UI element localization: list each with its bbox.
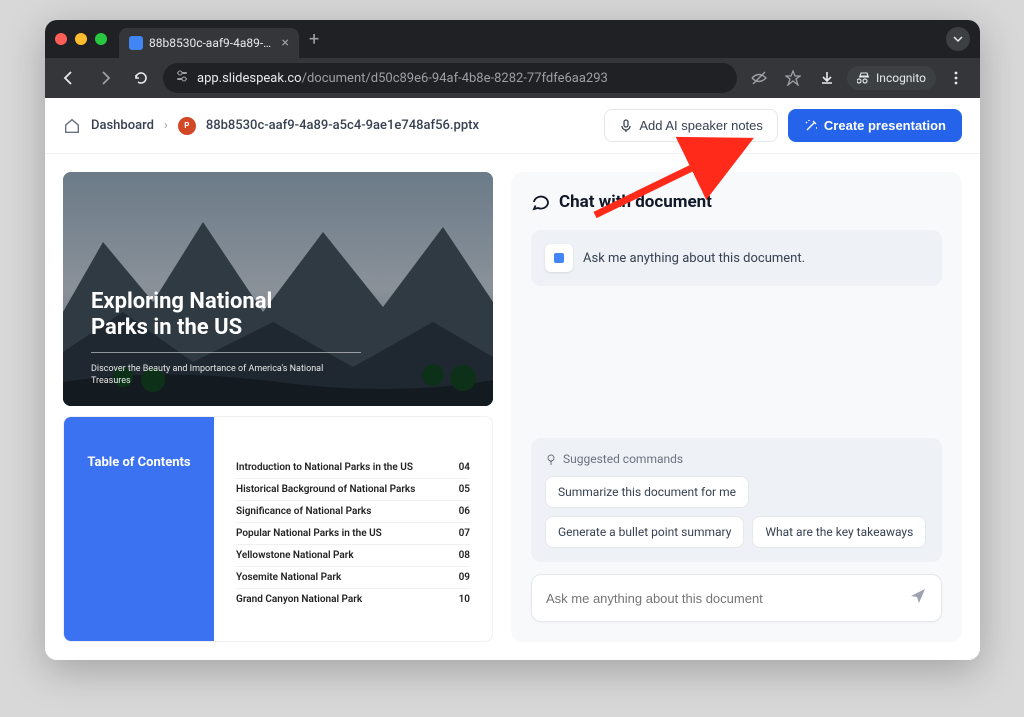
chat-icon [531,192,551,212]
tab-title: 88b8530c-aaf9-4a89-a5c4 [149,36,276,50]
toc-row: Yosemite National Park09 [236,567,470,589]
dashboard-link[interactable]: Dashboard [91,118,154,133]
create-presentation-button[interactable]: Create presentation [788,109,962,142]
lightbulb-icon [545,453,557,465]
slides-panel: Exploring NationalParks in the US Discov… [63,172,493,642]
reload-icon [133,70,149,86]
slide-thumbnail-2[interactable]: Table of Contents Introduction to Nation… [63,416,493,642]
tab-bar: 88b8530c-aaf9-4a89-a5c4 × + [45,20,980,58]
url-text: app.slidespeak.co/document/d50c89e6-94af… [197,71,608,86]
filename-label: 88b8530c-aaf9-4a89-a5c4-9ae1e748af56.ppt… [206,118,479,133]
window-controls[interactable] [55,33,107,45]
browser-tab[interactable]: 88b8530c-aaf9-4a89-a5c4 × [119,28,299,58]
arrow-left-icon [61,70,77,86]
suggestion-chip[interactable]: Generate a bullet point summary [545,516,744,548]
slide-thumbnail-1[interactable]: Exploring NationalParks in the US Discov… [63,172,493,406]
close-window-button[interactable] [55,33,67,45]
browser-window: 88b8530c-aaf9-4a89-a5c4 × + app.slidespe… [45,20,980,660]
suggested-label: Suggested commands [545,452,928,466]
add-speaker-notes-button[interactable]: Add AI speaker notes [604,109,778,142]
forward-button[interactable] [91,64,119,92]
address-bar: app.slidespeak.co/document/d50c89e6-94af… [45,58,980,98]
chat-input-box[interactable] [531,574,942,622]
page-content: Dashboard › P 88b8530c-aaf9-4a89-a5c4-9a… [45,98,980,660]
toc-row: Grand Canyon National Park10 [236,589,470,610]
eye-off-icon[interactable] [745,64,773,92]
close-tab-icon[interactable]: × [282,36,289,50]
chat-input[interactable] [546,591,909,606]
magic-wand-icon [804,119,818,133]
main-area: Exploring NationalParks in the US Discov… [45,154,980,660]
powerpoint-icon: P [178,117,196,135]
back-button[interactable] [55,64,83,92]
url-input[interactable]: app.slidespeak.co/document/d50c89e6-94af… [163,63,737,93]
suggested-commands: Suggested commands Summarize this docume… [531,438,942,562]
minimize-window-button[interactable] [75,33,87,45]
maximize-window-button[interactable] [95,33,107,45]
arrow-right-icon [97,70,113,86]
bot-avatar-icon [545,244,573,272]
site-settings-icon[interactable] [175,69,189,87]
incognito-badge[interactable]: Incognito [847,66,936,90]
toc-row: Significance of National Parks06 [236,501,470,523]
breadcrumb-separator: › [164,118,168,133]
chevron-down-icon [953,34,963,44]
toc-list: Introduction to National Parks in the US… [214,417,492,641]
toc-title: Table of Contents [87,455,190,641]
chat-panel: Chat with document Ask me anything about… [511,172,962,642]
download-icon[interactable] [813,64,841,92]
favicon-icon [129,36,143,50]
toc-row: Introduction to National Parks in the US… [236,457,470,479]
reload-button[interactable] [127,64,155,92]
incognito-icon [857,71,871,85]
menu-icon[interactable] [942,64,970,92]
new-tab-button[interactable]: + [309,29,319,50]
tabs-dropdown-button[interactable] [946,27,970,51]
toc-row: Yellowstone National Park08 [236,545,470,567]
toc-row: Popular National Parks in the US07 [236,523,470,545]
toc-sidebar: Table of Contents [64,417,214,641]
assistant-message: Ask me anything about this document. [531,230,942,286]
send-button[interactable] [909,587,927,609]
chat-title: Chat with document [531,192,942,212]
bookmark-icon[interactable] [779,64,807,92]
app-header: Dashboard › P 88b8530c-aaf9-4a89-a5c4-9a… [45,98,980,154]
suggestion-chip[interactable]: Summarize this document for me [545,476,749,508]
suggestion-chip[interactable]: What are the key takeaways [752,516,926,548]
microphone-icon [619,119,633,133]
slide1-title: Exploring NationalParks in the US [91,289,465,342]
greeting-text: Ask me anything about this document. [583,251,805,266]
toc-row: Historical Background of National Parks0… [236,479,470,501]
home-icon [63,117,81,135]
send-icon [909,587,927,605]
slide1-subtitle: Discover the Beauty and Importance of Am… [91,363,361,388]
incognito-label: Incognito [876,71,926,85]
